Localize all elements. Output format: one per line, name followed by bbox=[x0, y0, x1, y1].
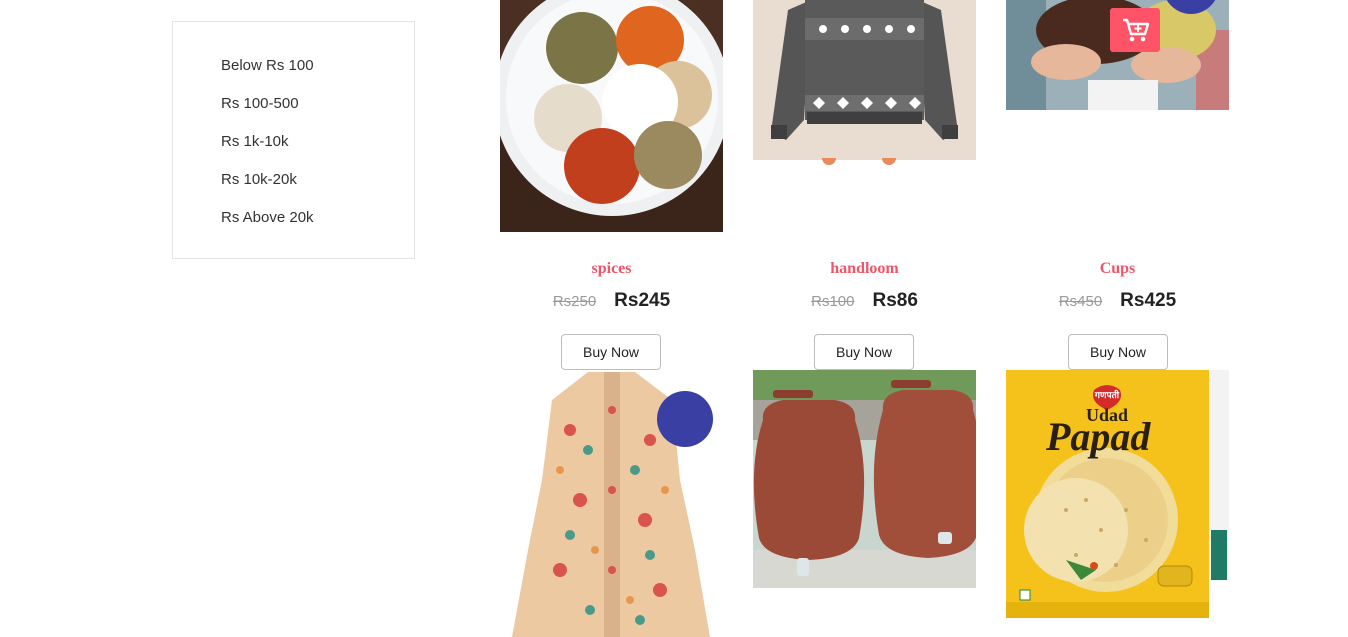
buy-now-button[interactable]: Buy Now bbox=[814, 334, 914, 370]
current-price: Rs425 bbox=[1120, 290, 1177, 311]
papad-brand-logo: गणपती bbox=[1094, 391, 1120, 401]
filter-100-500[interactable]: Rs 100-500 bbox=[221, 94, 314, 132]
filter-10k-20k[interactable]: Rs 10k-20k bbox=[221, 170, 314, 208]
old-price: Rs100 bbox=[811, 293, 855, 310]
price-filter-list: Below Rs 100 Rs 100-500 Rs 1k-10k Rs 10k… bbox=[221, 56, 314, 246]
product-title[interactable]: Cups bbox=[1006, 260, 1229, 278]
filter-1k-10k[interactable]: Rs 1k-10k bbox=[221, 132, 314, 170]
wishlist-badge[interactable] bbox=[657, 391, 713, 447]
product-image-spices[interactable] bbox=[500, 0, 723, 232]
product-title[interactable]: handloom bbox=[753, 260, 976, 278]
papad-title-line2: Papad bbox=[1046, 414, 1151, 459]
price-filter-panel: Below Rs 100 Rs 100-500 Rs 1k-10k Rs 10k… bbox=[172, 21, 415, 259]
image-overflow-decoration bbox=[822, 158, 836, 165]
filter-above-20k[interactable]: Rs Above 20k bbox=[221, 208, 314, 246]
product-title[interactable]: spices bbox=[500, 260, 723, 278]
price-row: Rs450 Rs425 bbox=[1006, 290, 1229, 312]
current-price: Rs86 bbox=[872, 290, 918, 311]
price-row: Rs250 Rs245 bbox=[500, 290, 723, 312]
image-overflow-decoration bbox=[882, 158, 896, 165]
add-to-cart-icon[interactable] bbox=[1110, 8, 1160, 52]
product-image-clay-pots[interactable] bbox=[753, 370, 976, 588]
buy-now-button[interactable]: Buy Now bbox=[1068, 334, 1168, 370]
old-price: Rs250 bbox=[552, 293, 597, 310]
buy-now-button[interactable]: Buy Now bbox=[561, 334, 661, 370]
old-price: Rs450 bbox=[1058, 293, 1103, 310]
price-row: Rs100 Rs86 bbox=[753, 290, 976, 312]
current-price: Rs245 bbox=[614, 290, 671, 311]
product-image-handloom[interactable] bbox=[753, 0, 976, 160]
filter-below-100[interactable]: Below Rs 100 bbox=[221, 56, 314, 94]
